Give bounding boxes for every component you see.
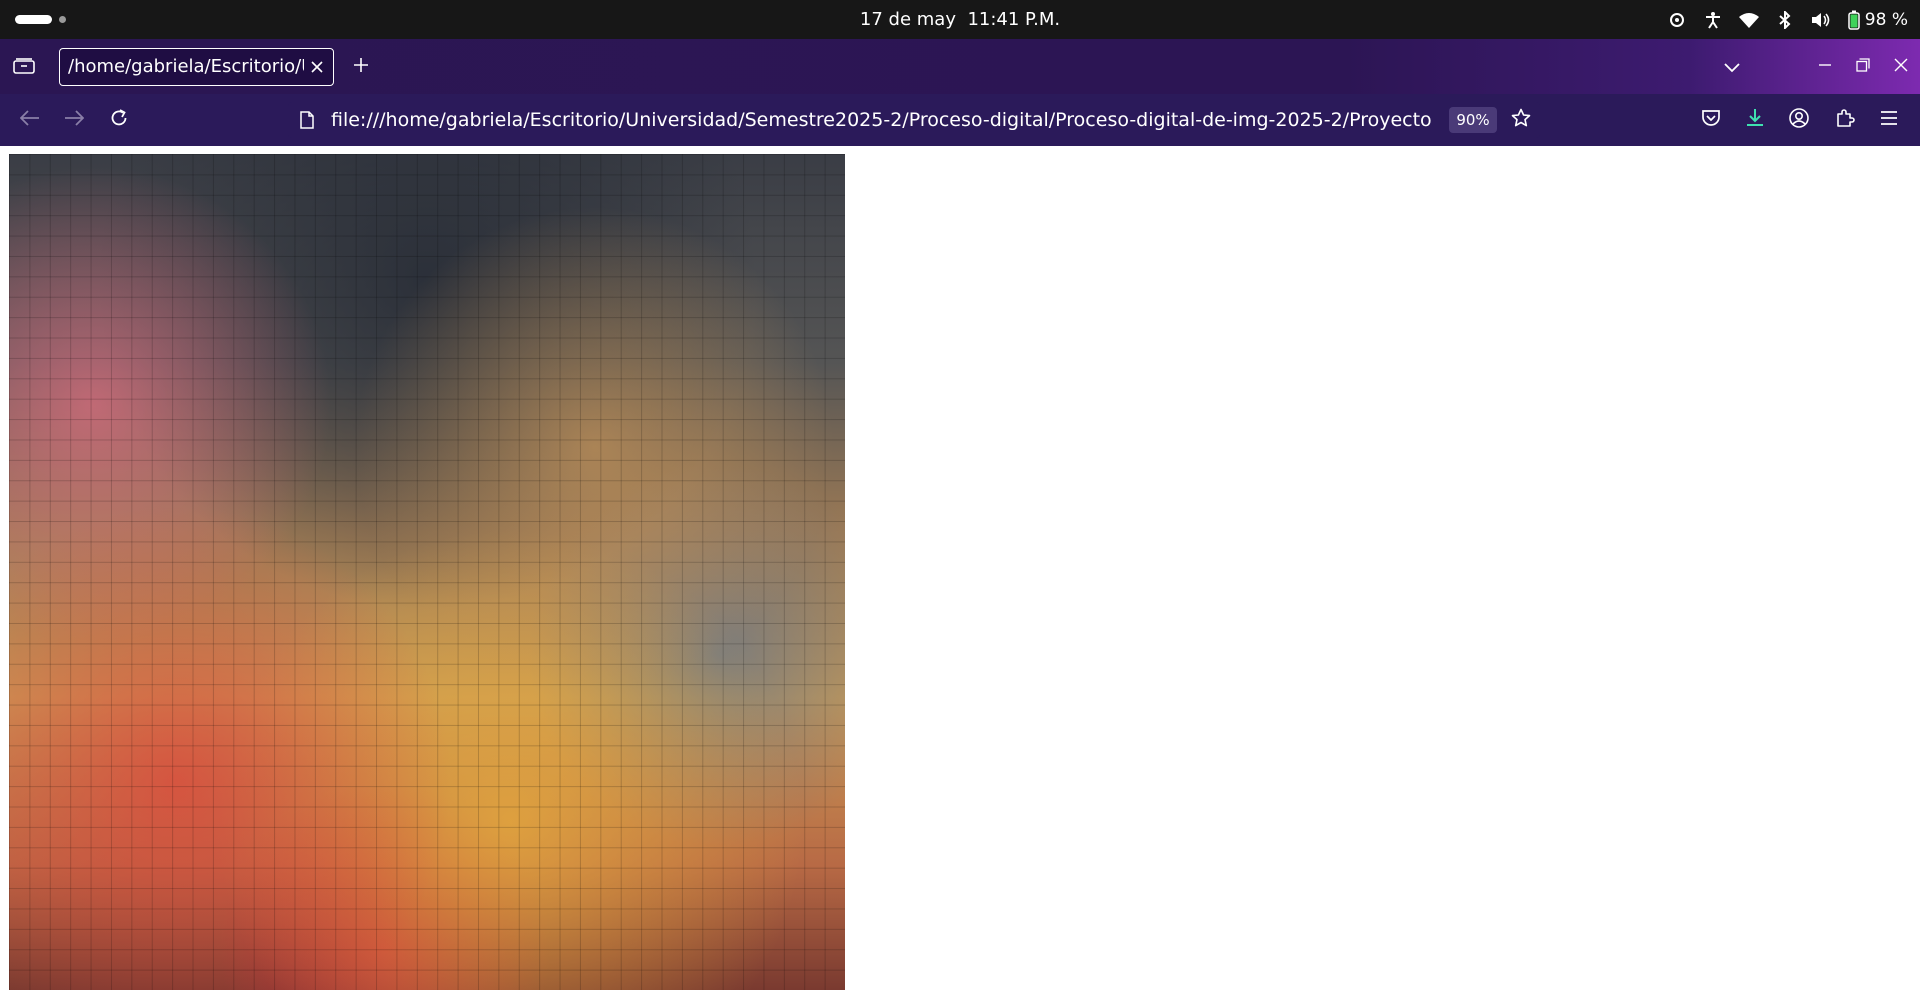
workspace-indicator-active[interactable] <box>15 15 52 24</box>
active-tab[interactable]: /home/gabriela/Escritorio/Universidad/Se… <box>59 48 334 86</box>
back-button[interactable] <box>17 107 43 133</box>
menu-icon <box>1880 110 1898 130</box>
chevron-down-icon <box>1724 58 1740 77</box>
accessibility-icon[interactable] <box>1703 10 1723 30</box>
zoom-level-button[interactable]: 90% <box>1449 107 1497 133</box>
pocket-button[interactable] <box>1698 107 1724 133</box>
new-tab-button[interactable] <box>349 55 373 79</box>
window-close-icon <box>1894 57 1908 76</box>
tab-list-icon <box>13 56 35 78</box>
clock-date[interactable]: 17 de may <box>860 9 956 30</box>
reload-button[interactable] <box>106 107 132 133</box>
close-window-button[interactable] <box>1890 55 1912 77</box>
clock-time[interactable]: 11:41 P.M. <box>967 9 1060 30</box>
forward-button[interactable] <box>61 107 87 133</box>
photomosaic-image <box>9 154 845 990</box>
extensions-button[interactable] <box>1832 107 1858 133</box>
list-all-tabs-button[interactable] <box>1718 57 1746 77</box>
wifi-icon[interactable] <box>1738 10 1759 30</box>
close-icon <box>311 58 323 77</box>
page-content <box>0 146 1920 997</box>
clock: 17 de may 11:41 P.M. <box>0 0 1920 39</box>
app-menu-button[interactable] <box>1876 107 1902 133</box>
tab-close-button[interactable] <box>309 59 325 75</box>
account-button[interactable] <box>1786 107 1812 133</box>
system-top-bar: 17 de may 11:41 P.M. 98 % <box>0 0 1920 39</box>
pocket-icon <box>1701 109 1721 131</box>
battery-percentage[interactable]: 98 % <box>1865 10 1908 30</box>
back-arrow-icon <box>19 110 40 130</box>
bookmark-button[interactable] <box>1510 108 1532 132</box>
reload-icon <box>109 108 129 132</box>
page-icon[interactable] <box>298 111 316 129</box>
extensions-icon <box>1835 108 1855 132</box>
url-bar[interactable]: file:///home/gabriela/Escritorio/Univers… <box>288 102 1540 138</box>
minimize-icon <box>1818 57 1832 76</box>
volume-icon[interactable] <box>1811 10 1831 30</box>
navigation-toolbar: file:///home/gabriela/Escritorio/Univers… <box>0 94 1920 146</box>
bluetooth-icon[interactable] <box>1775 10 1795 30</box>
system-tray[interactable]: 98 % <box>1667 0 1908 39</box>
tab-title: /home/gabriela/Escritorio/Universidad/Se… <box>68 56 304 77</box>
forward-arrow-icon <box>64 110 85 130</box>
account-icon <box>1788 107 1810 133</box>
download-icon <box>1745 108 1765 132</box>
plus-icon <box>353 57 369 77</box>
battery-icon[interactable] <box>1847 10 1861 30</box>
workspace-indicator[interactable] <box>59 16 66 23</box>
url-text[interactable]: file:///home/gabriela/Escritorio/Univers… <box>331 102 1431 138</box>
restore-icon <box>1856 57 1870 76</box>
downloads-button[interactable] <box>1742 107 1768 133</box>
screen-share-icon[interactable] <box>1667 10 1687 30</box>
tab-strip: /home/gabriela/Escritorio/Universidad/Se… <box>0 39 1920 94</box>
bookmark-star-icon <box>1511 108 1531 132</box>
tab-list-button[interactable] <box>10 55 38 79</box>
restore-button[interactable] <box>1852 55 1874 77</box>
minimize-button[interactable] <box>1814 55 1836 77</box>
